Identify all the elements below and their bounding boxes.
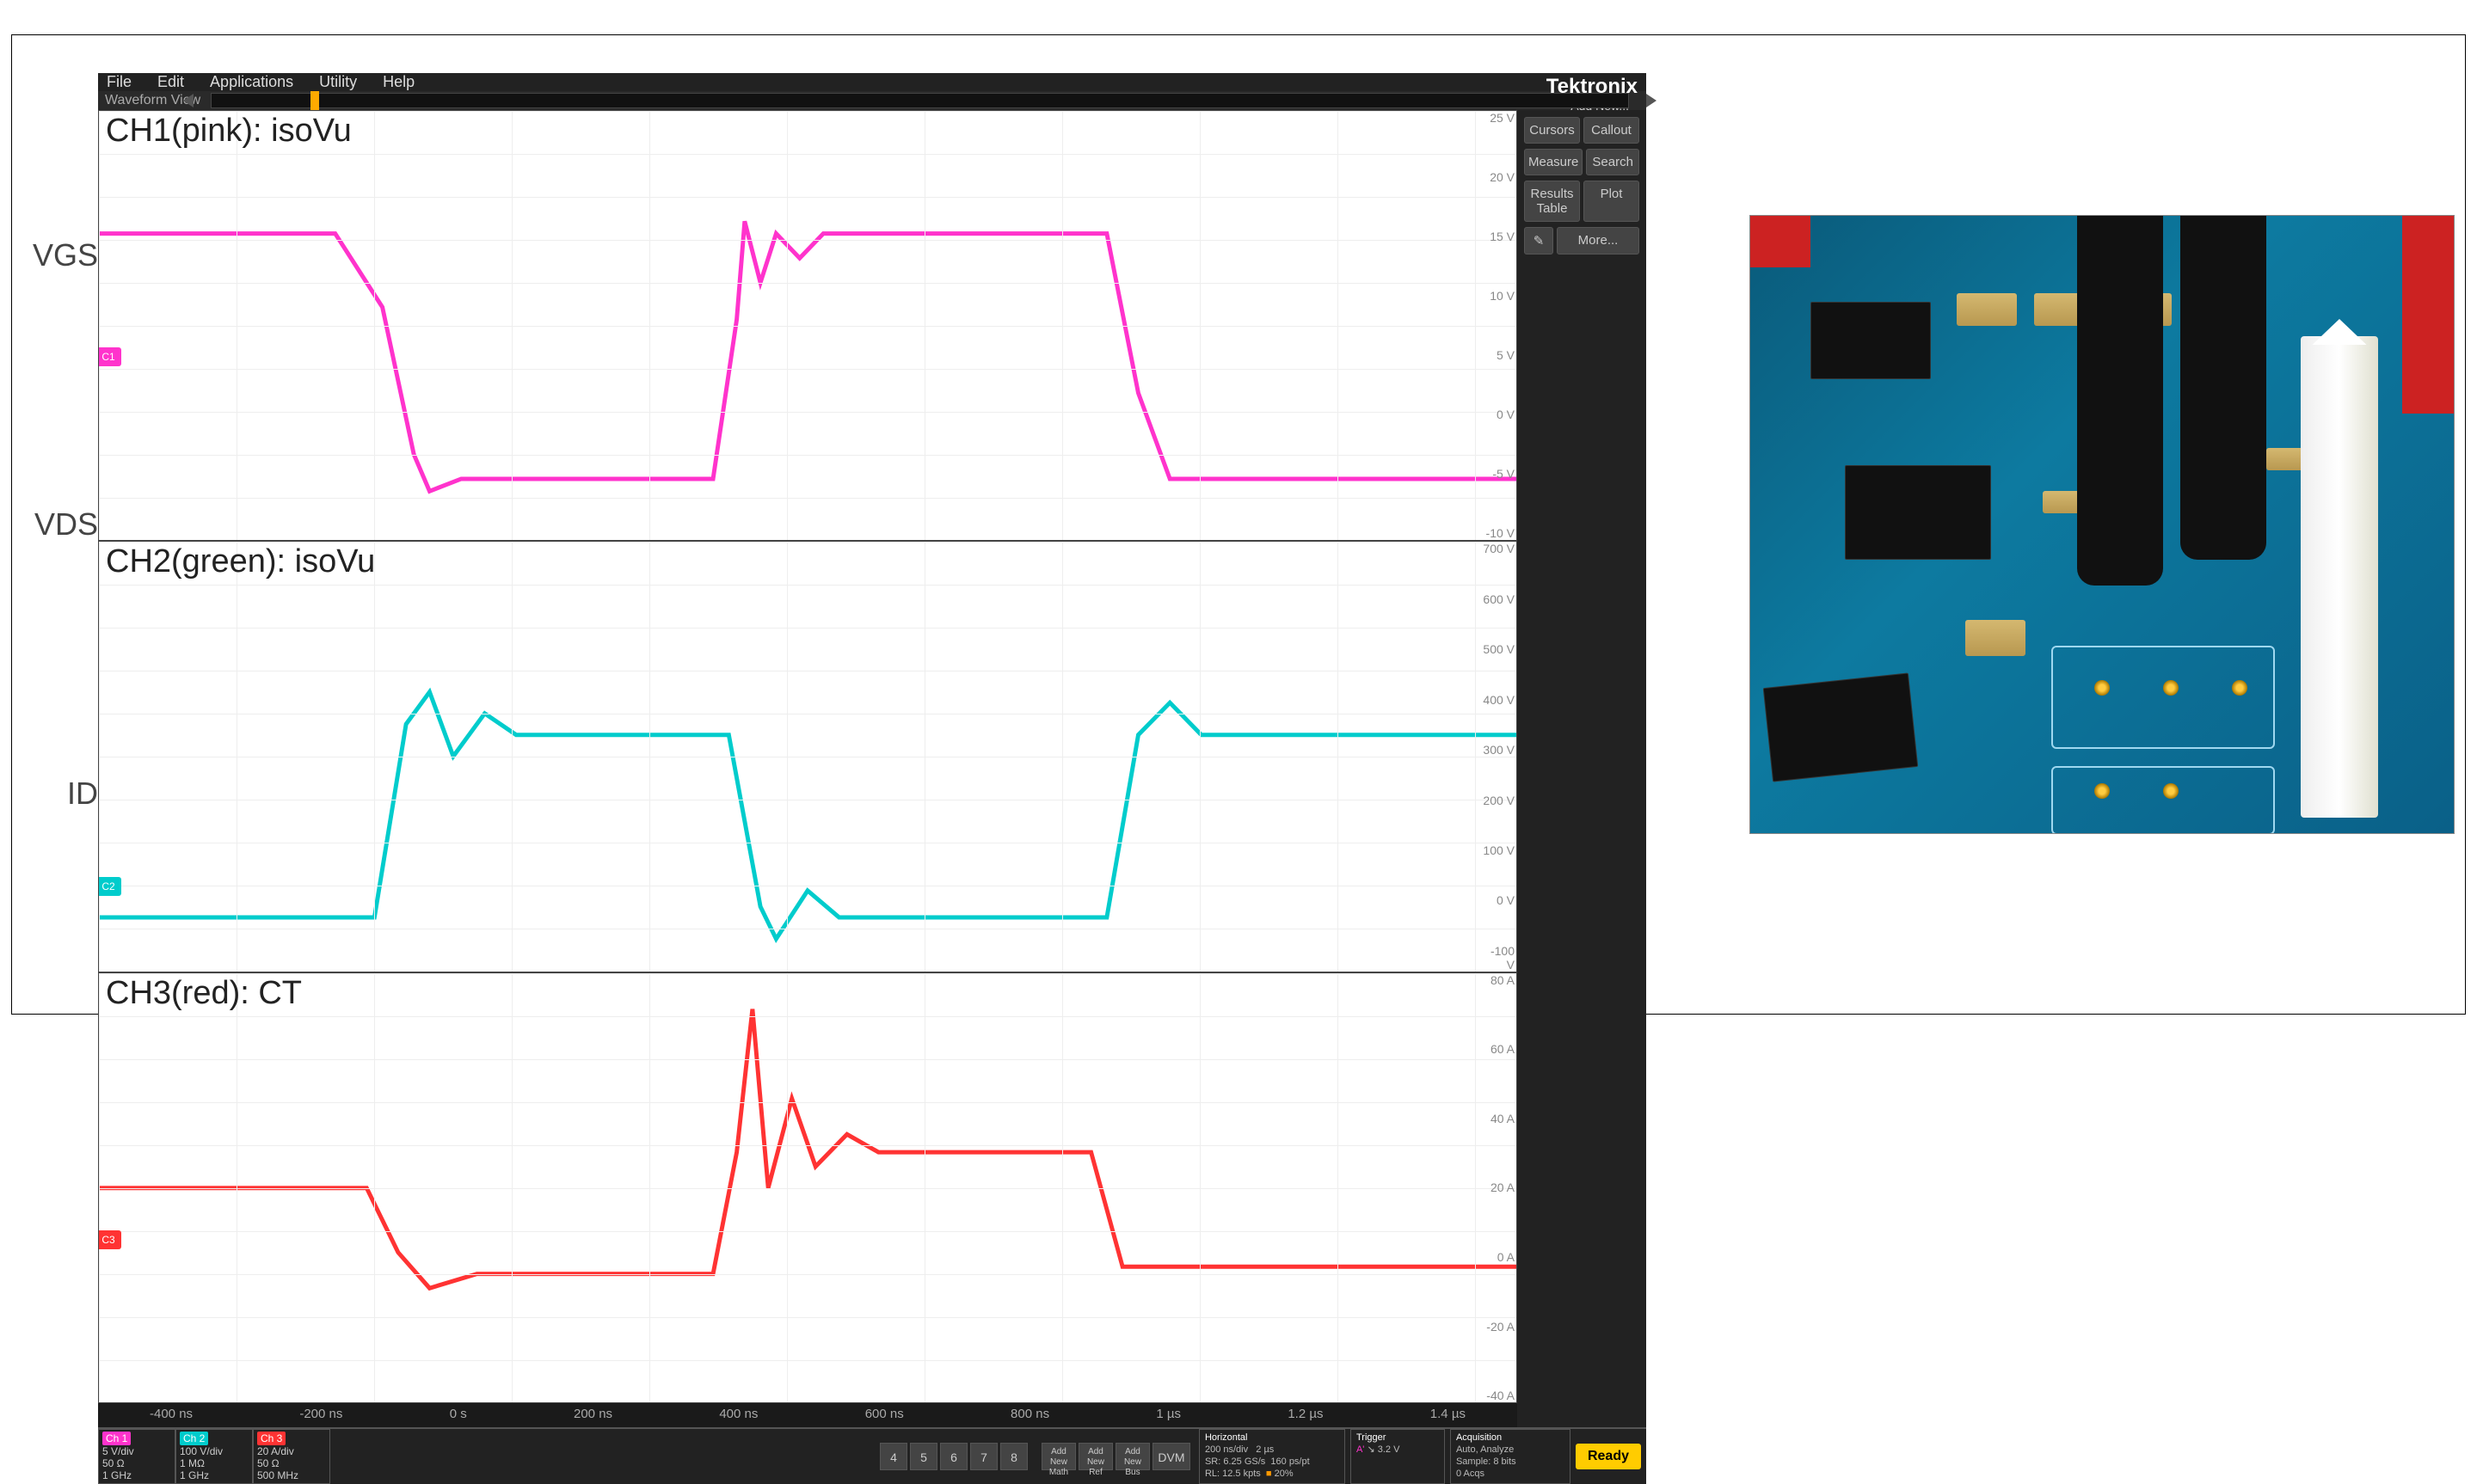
right-panel: Cursors Callout Measure Search Results T…	[1517, 110, 1646, 1427]
horiz-sr: SR: 6.25 GS/s	[1205, 1456, 1265, 1467]
ch2-bw: 1 GHz	[180, 1469, 249, 1481]
acq-bits: Sample: 8 bits	[1456, 1456, 1564, 1468]
label-id: ID	[29, 776, 98, 812]
add-ch7-button[interactable]: 7	[970, 1443, 998, 1470]
horiz-res: 160 ps/pt	[1270, 1456, 1309, 1467]
ch3-bw: 500 MHz	[257, 1469, 326, 1481]
ch3-term: 50 Ω	[257, 1457, 326, 1469]
run-state-button[interactable]: Ready	[1576, 1444, 1641, 1469]
chevron-left-icon[interactable]	[183, 94, 194, 107]
waveform-pane-ch2[interactable]: CH2(green): isoVu C2 700 V600 V500 V400 …	[98, 541, 1517, 972]
acq-hdr: Acquisition	[1456, 1432, 1564, 1444]
measure-button[interactable]: Measure	[1524, 149, 1583, 175]
ch1-settings[interactable]: Ch 1 5 V/div 50 Ω 1 GHz	[98, 1429, 175, 1484]
add-ch6-button[interactable]: 6	[940, 1443, 968, 1470]
ch3-settings[interactable]: Ch 3 20 A/div 50 Ω 500 MHz	[253, 1429, 330, 1484]
callout-button[interactable]: Callout	[1583, 117, 1639, 144]
acq-mode: Auto, Analyze	[1456, 1444, 1564, 1456]
label-vgs: VGS	[29, 237, 98, 273]
menu-file[interactable]: File	[107, 73, 132, 91]
bottom-panel: Ch 1 5 V/div 50 Ω 1 GHz Ch 2 100 V/div 1…	[98, 1427, 1646, 1484]
add-ch4-button[interactable]: 4	[880, 1443, 907, 1470]
cursors-button[interactable]: Cursors	[1524, 117, 1580, 144]
ch3-hdr: Ch 3	[257, 1432, 286, 1445]
add-bus-button[interactable]: Add New Bus	[1116, 1443, 1150, 1470]
menu-utility[interactable]: Utility	[319, 73, 357, 91]
ch3-yaxis: 80 A60 A40 A20 A0 A-20 A-40 A	[1480, 973, 1515, 1402]
ch1-term: 50 Ω	[102, 1457, 171, 1469]
trig-level: 3.2 V	[1378, 1444, 1400, 1455]
menu-help[interactable]: Help	[383, 73, 415, 91]
results-table-button[interactable]: Results Table	[1524, 181, 1580, 222]
add-math-button[interactable]: Add New Math	[1042, 1443, 1076, 1470]
ch2-term: 1 MΩ	[180, 1457, 249, 1469]
pcb-photo	[1749, 215, 2455, 834]
acquisition-settings[interactable]: Acquisition Auto, Analyze Sample: 8 bits…	[1450, 1429, 1570, 1484]
menu-edit[interactable]: Edit	[157, 73, 184, 91]
ch3-label: CH3(red): CT	[106, 975, 302, 1012]
trig-src: A'	[1356, 1444, 1364, 1455]
waveform-pane-ch3[interactable]: CH3(red): CT C3 80 A60 A40 A20 A0 A-20 A…	[98, 972, 1517, 1403]
trig-edge-icon: ↘	[1367, 1444, 1374, 1455]
ch3-vdiv: 20 A/div	[257, 1445, 326, 1457]
ch2-yaxis: 700 V600 V500 V400 V300 V200 V100 V0 V-1…	[1480, 542, 1515, 971]
horiz-dur: 2 µs	[1256, 1444, 1274, 1455]
add-ref-button[interactable]: Add New Ref	[1079, 1443, 1113, 1470]
dvm-button[interactable]: DVM	[1152, 1443, 1190, 1470]
horiz-rl: RL: 12.5 kpts	[1205, 1469, 1261, 1479]
horiz-pct: 20%	[1275, 1469, 1294, 1479]
ch1-badge[interactable]: C1	[98, 347, 121, 366]
ch2-hdr: Ch 2	[180, 1432, 208, 1445]
ch1-bw: 1 GHz	[102, 1469, 171, 1481]
ch1-label: CH1(pink): isoVu	[106, 113, 352, 150]
note-icon-button[interactable]: ✎	[1524, 227, 1553, 254]
ch2-vdiv: 100 V/div	[180, 1445, 249, 1457]
menu-applications[interactable]: Applications	[210, 73, 293, 91]
more-button[interactable]: More...	[1557, 227, 1639, 254]
ch2-label: CH2(green): isoVu	[106, 543, 375, 580]
ch2-settings[interactable]: Ch 2 100 V/div 1 MΩ 1 GHz	[175, 1429, 253, 1484]
subbar: Waveform View	[98, 91, 1646, 110]
add-ch5-button[interactable]: 5	[910, 1443, 937, 1470]
ch3-badge[interactable]: C3	[98, 1230, 121, 1249]
search-button[interactable]: Search	[1586, 149, 1639, 175]
chevron-right-icon[interactable]	[1646, 94, 1656, 107]
oscilloscope-window: Tektronix Add New... File Edit Applicati…	[98, 73, 1646, 976]
acq-count: 0 Acqs	[1456, 1468, 1564, 1480]
trigger-settings[interactable]: Trigger A' ↘ 3.2 V	[1350, 1429, 1445, 1484]
horizontal-position-slider[interactable]	[211, 93, 1629, 108]
horiz-tdiv: 200 ns/div	[1205, 1444, 1248, 1455]
trig-hdr: Trigger	[1356, 1432, 1439, 1444]
label-vds: VDS	[29, 506, 98, 543]
add-ch8-button[interactable]: 8	[1000, 1443, 1028, 1470]
waveform-pane-ch1[interactable]: CH1(pink): isoVu C1 25 V20 V15 V10 V5 V0…	[98, 110, 1517, 541]
ch2-badge[interactable]: C2	[98, 877, 121, 896]
ch1-yaxis: 25 V20 V15 V10 V5 V0 V-5 V-10 V	[1480, 111, 1515, 540]
time-axis: -400 ns-200 ns0 s200 ns400 ns600 ns800 n…	[98, 1403, 1517, 1427]
plot-button[interactable]: Plot	[1583, 181, 1639, 222]
horiz-hdr: Horizontal	[1205, 1432, 1339, 1444]
ch1-hdr: Ch 1	[102, 1432, 131, 1445]
ch1-vdiv: 5 V/div	[102, 1445, 171, 1457]
horizontal-settings[interactable]: Horizontal 200 ns/div 2 µs SR: 6.25 GS/s…	[1199, 1429, 1345, 1484]
menubar: File Edit Applications Utility Help	[98, 73, 1646, 91]
